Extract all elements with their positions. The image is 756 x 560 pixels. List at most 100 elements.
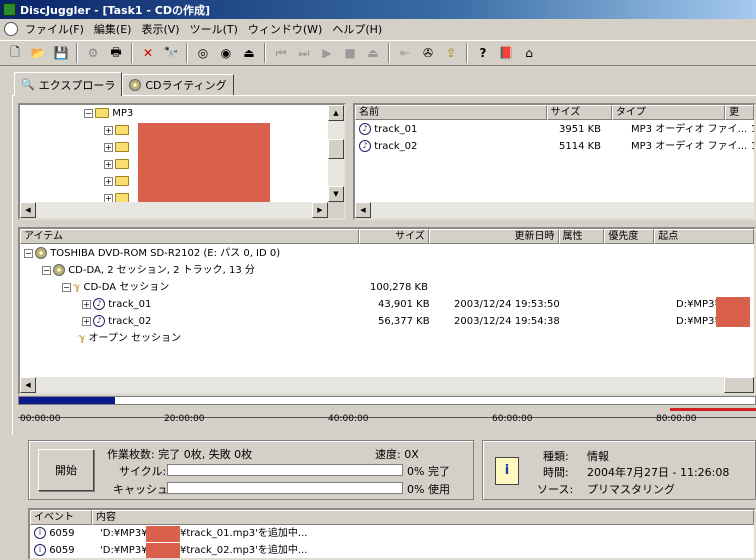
play-icon[interactable]: ▶ [316,42,338,64]
column-header-event[interactable]: イベント [30,510,92,525]
capacity-bar [18,396,756,405]
expand-icon[interactable]: + [104,142,113,152]
folder-tree-item[interactable]: + [104,123,129,139]
event-log-row[interactable]: i 6059 'D:¥MP3¥ ¥track_02.mp3'を追加中... [34,543,734,558]
scroll-left-button[interactable]: ◀ [20,377,36,393]
folder-tree-item[interactable]: + [104,157,129,173]
track-size: 56,377 KB [378,316,430,327]
scroll-thumb[interactable] [724,377,754,393]
column-header-size[interactable]: サイズ [546,105,612,120]
folder-tree-item[interactable]: + [104,140,129,156]
tab-cd-writing[interactable]: CDライティング [122,74,234,95]
column-header-size[interactable]: サイズ [359,229,429,244]
rewind-icon[interactable]: ⇤ [394,42,416,64]
menu-file[interactable]: ファイル(F) [20,21,89,37]
prev-track-icon[interactable]: ⏮ [270,42,292,64]
file-list-row[interactable]: ♪ track_02 5114 KB MP3 オーディオ ファイ... 1 [359,139,754,155]
scroll-left-button[interactable]: ◀ [355,202,371,218]
folder-tree-vscrollbar[interactable]: ▲ ▼ [328,105,344,202]
eject-tray-icon[interactable]: ⏏ [362,42,384,64]
next-track-icon[interactable]: ⏭ [293,42,315,64]
home-icon[interactable]: ⌂ [518,42,540,64]
disc-check-icon[interactable]: ◉ [215,42,237,64]
column-header-modified[interactable]: 更新日時 [428,229,559,244]
open-icon[interactable]: 📂 [27,42,49,64]
cd-drive-icon [35,247,47,259]
column-header-item[interactable]: アイテム [20,229,360,244]
delete-icon[interactable]: ✕ [137,42,159,64]
expand-icon[interactable]: + [82,316,91,326]
save-icon[interactable]: 💾 [50,42,72,64]
folder-icon [115,125,129,135]
menu-window[interactable]: ウィンドウ(W) [243,21,327,37]
file-type: MP3 オーディオ ファイ... [631,141,748,152]
layout-track-row[interactable]: + ♪ track_02 56,377 KB 2003/12/24 19:54:3… [82,314,752,330]
folder-up-icon[interactable]: ⇪ [440,42,462,64]
toolbar: 🗋 📂 💾 ⚙ 🖶 ✕ 🔭 ◎ ◉ ⏏ ⏮ ⏭ ▶ ■ ⏏ ⇤ ✇ ⇪ ? 📕 … [0,40,756,66]
find-icon[interactable]: 🔭 [160,42,182,64]
menu-edit[interactable]: 編集(E) [89,21,137,37]
column-header-content[interactable]: 内容 [92,510,754,525]
expand-icon[interactable]: + [104,125,113,135]
scroll-down-button[interactable]: ▼ [328,186,344,202]
layout-track-row[interactable]: + ♪ track_01 43,901 KB 2003/12/24 19:53:5… [82,297,752,313]
file-list-hscrollbar[interactable]: ◀ [355,202,754,218]
layout-session-row[interactable]: − ℽ CD-DA セッション 100,278 KB [62,280,752,296]
layout-hscrollbar[interactable]: ◀ [20,377,754,393]
collapse-icon[interactable]: − [62,282,71,292]
folder-tree-item-mp3[interactable]: − MP3 [84,106,133,122]
column-header-modified[interactable]: 更 [725,105,754,120]
redacted-origin [716,297,750,327]
column-header-type[interactable]: タイプ [611,105,726,120]
start-button[interactable]: 開始 [38,449,94,491]
eject-icon[interactable]: ⏏ [238,42,260,64]
book-icon[interactable]: 📕 [495,42,517,64]
document-icon[interactable] [4,21,18,36]
toolbar-separator [466,43,468,63]
folder-tree-item[interactable]: + [104,174,129,190]
column-header-name[interactable]: 名前 [355,105,547,120]
layout-drive-row[interactable]: − TOSHIBA DVD-ROM SD-R2102 (E: パス 0, ID … [24,246,280,262]
track-name: track_01 [108,299,152,310]
folder-tree-hscrollbar[interactable]: ◀ ▶ [20,202,344,218]
column-header-origin[interactable]: 起点 [654,229,754,244]
scroll-left-button[interactable]: ◀ [20,202,36,218]
menu-view[interactable]: 表示(V) [136,21,184,37]
expand-icon[interactable]: + [82,299,91,309]
file-list-row[interactable]: ♪ track_01 3951 KB MP3 オーディオ ファイ... 1 [359,122,754,138]
scroll-thumb[interactable] [328,139,344,159]
folder-icon [115,159,129,169]
menu-tools[interactable]: ツール(T) [185,21,243,37]
disc-add-icon[interactable]: ◎ [192,42,214,64]
track-name: track_02 [108,316,152,327]
expand-icon[interactable]: + [104,159,113,169]
print-icon[interactable]: 🖶 [105,42,127,64]
event-log-row[interactable]: i 6059 'D:¥MP3¥ ¥track_01.mp3'を追加中... [34,526,734,542]
stop-icon[interactable]: ■ [339,42,361,64]
help-icon[interactable]: ? [472,42,494,64]
record-icon[interactable]: ✇ [417,42,439,64]
new-icon[interactable]: 🗋 [4,42,26,64]
session-icon: ℽ [73,282,81,293]
collapse-icon[interactable]: − [84,108,93,118]
event-id: 6059 [49,545,75,556]
file-list-pane: 名前 サイズ タイプ 更 ♪ track_01 3951 KB MP3 オーディ… [353,103,756,220]
menu-help[interactable]: ヘルプ(H) [327,21,387,37]
collapse-icon[interactable]: − [24,248,33,258]
column-header-attributes[interactable]: 属性 [558,229,605,244]
expand-icon[interactable]: + [104,176,113,186]
layout-disc-row[interactable]: − CD-DA, 2 セッション, 2 トラック, 13 分 [42,263,255,279]
session-label: CD-DA セッション [83,282,170,293]
column-header-priority[interactable]: 優先度 [604,229,655,244]
collapse-icon[interactable]: − [42,265,51,275]
layout-open-session-row[interactable]: ℽ オープン セッション [78,331,181,347]
scroll-up-button[interactable]: ▲ [328,105,344,121]
properties-icon[interactable]: ⚙ [82,42,104,64]
search-icon: 🔍 [21,78,35,91]
audio-disc-icon [53,264,65,276]
app-icon [3,3,16,16]
capacity-timeline: 00:00:00 20:00:00 40:00:00 60:00:00 80:0… [18,396,756,430]
timeline-tick: 80:00:00 [656,414,697,424]
scroll-right-button[interactable]: ▶ [312,202,328,218]
tab-explorer[interactable]: 🔍 エクスプローラ [14,72,123,96]
